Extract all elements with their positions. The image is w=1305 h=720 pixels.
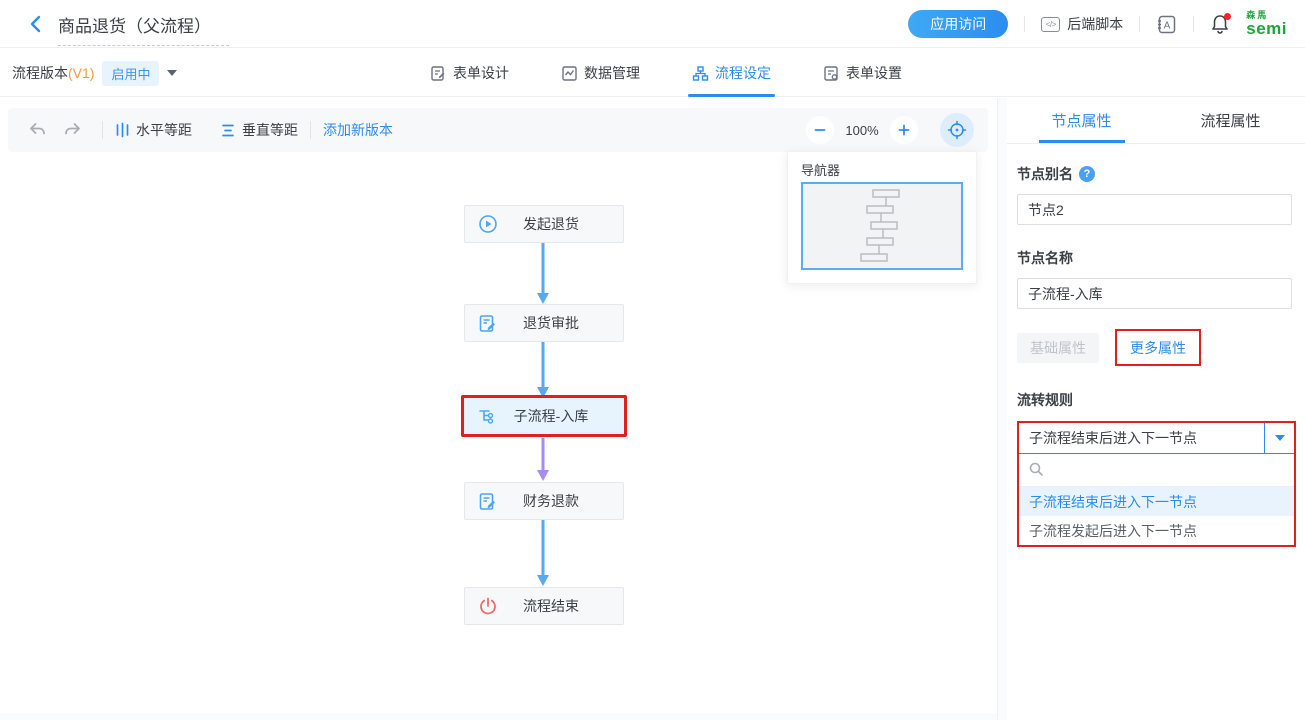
node-alias-label: 节点别名 ? (1017, 164, 1292, 184)
navigator-panel: 导航器 (787, 151, 977, 284)
tab-form-design[interactable]: 表单设计 (430, 49, 509, 97)
tab-form-setup[interactable]: 表单设置 (823, 49, 902, 97)
vertical-equal-icon (220, 123, 236, 138)
flow-node-return-approval[interactable]: 退货审批 (464, 304, 624, 342)
dropdown-option-end-then-next[interactable]: 子流程结束后进入下一节点 (1019, 487, 1294, 516)
backend-script-label: 后端脚本 (1067, 14, 1123, 34)
zoom-in-button[interactable] (890, 116, 918, 144)
connector-arrow (536, 520, 550, 587)
help-icon[interactable]: ? (1079, 166, 1095, 182)
navigator-minimap (803, 184, 961, 268)
tab-data-management[interactable]: 数据管理 (561, 49, 640, 97)
vertical-scrollbar[interactable] (997, 98, 1007, 720)
flow-node-finance-refund[interactable]: 财务退款 (464, 482, 624, 520)
dropdown-caret-cell[interactable] (1264, 423, 1294, 453)
code-icon: </> (1041, 17, 1060, 32)
tab-flow-settings[interactable]: 流程设定 (692, 49, 771, 97)
canvas-toolbar: 水平等距 垂直等距 添加新版本 100% (8, 108, 988, 152)
flow-rule-label: 流转规则 (1017, 390, 1292, 410)
search-icon (1028, 461, 1044, 480)
backend-script-button[interactable]: </> 后端脚本 (1041, 14, 1123, 34)
dropdown-option-start-then-next[interactable]: 子流程发起后进入下一节点 (1019, 516, 1294, 545)
flow-node-start-return[interactable]: 发起退货 (464, 205, 624, 243)
tab-label: 流程设定 (715, 63, 771, 83)
navigator-title: 导航器 (801, 160, 840, 179)
main-tabs: 表单设计 数据管理 流程设定 表单设置 (430, 49, 902, 97)
doc-edit-icon (478, 492, 497, 511)
tab-label: 表单设计 (453, 63, 509, 83)
version-bar: 流程版本(V1) 启用中 表单设计 数据管理 流程设定 表单设置 保存 (0, 49, 1305, 97)
redo-icon[interactable] (55, 122, 90, 139)
divider (1024, 16, 1025, 32)
divider (1193, 16, 1194, 32)
divider (102, 121, 103, 139)
form-setup-icon (823, 65, 840, 82)
svg-text:A: A (1164, 20, 1171, 31)
tab-label: 数据管理 (584, 63, 640, 83)
dropdown-search[interactable] (1019, 454, 1294, 487)
flow-rule-dropdown-annotation: 子流程结束后进入下一节点 子流程结束后进入下一节点 子流程发起后进入下一节点 (1017, 421, 1296, 547)
play-circle-icon (478, 214, 498, 234)
undo-icon[interactable] (20, 122, 55, 139)
connector-arrow (536, 243, 550, 305)
more-properties-annotation: 更多属性 (1115, 329, 1201, 366)
flow-settings-icon (692, 65, 709, 82)
notification-bell-icon[interactable] (1210, 13, 1230, 35)
horizontal-equal-label: 水平等距 (136, 120, 192, 140)
properties-panel: 节点属性 流程属性 节点别名 ? 节点名称 基础属性 更多属性 流转规则 子流程… (1007, 98, 1305, 720)
more-properties-button[interactable]: 更多属性 (1119, 333, 1197, 362)
tab-flow-properties[interactable]: 流程属性 (1156, 98, 1305, 143)
zoom-level: 100% (842, 123, 882, 138)
brand-logo-bottom: semi (1246, 20, 1287, 37)
flow-rule-selected-value: 子流程结束后进入下一节点 (1019, 423, 1264, 453)
basic-properties-button[interactable]: 基础属性 (1017, 333, 1099, 363)
flow-canvas[interactable]: 水平等距 垂直等距 添加新版本 100% 导航器 (0, 98, 997, 720)
page-title[interactable]: 商品退货（父流程） (58, 12, 229, 46)
node-name-input[interactable] (1017, 278, 1292, 309)
data-management-icon (561, 65, 578, 82)
flow-rule-select[interactable]: 子流程结束后进入下一节点 (1019, 423, 1294, 454)
translate-icon[interactable]: A (1156, 14, 1177, 35)
chevron-down-icon (1275, 435, 1285, 441)
vertical-equal-label: 垂直等距 (242, 120, 298, 140)
doc-edit-icon (478, 314, 497, 333)
connector-arrow (536, 342, 550, 399)
power-icon (478, 596, 498, 616)
status-badge: 启用中 (102, 61, 159, 86)
version-dropdown-caret-icon[interactable] (167, 70, 177, 76)
flow-node-process-end[interactable]: 流程结束 (464, 587, 624, 625)
app-access-button[interactable]: 应用访问 (908, 10, 1008, 38)
node-name-label: 节点名称 (1017, 248, 1292, 268)
version-number: (V1) (68, 65, 94, 81)
zoom-out-button[interactable] (806, 116, 834, 144)
divider (310, 121, 311, 139)
horizontal-equal-icon (115, 122, 130, 138)
flow-node-subflow-warehouse[interactable]: 子流程-入库 (461, 395, 627, 437)
app-header: 商品退货（父流程） 应用访问 </> 后端脚本 A 森馬 semi (0, 0, 1305, 48)
subflow-icon (477, 407, 496, 426)
tab-label: 表单设置 (846, 63, 902, 83)
connector-arrow (536, 438, 550, 482)
locate-center-icon[interactable] (940, 113, 974, 147)
brand-logo[interactable]: 森馬 semi (1246, 11, 1287, 37)
horizontal-scrollbar[interactable] (0, 713, 997, 720)
form-design-icon (430, 65, 447, 82)
divider (1139, 16, 1140, 32)
node-alias-input[interactable] (1017, 194, 1292, 225)
navigator-viewport[interactable] (801, 182, 963, 270)
horizontal-equal-button[interactable]: 水平等距 (115, 120, 192, 140)
vertical-equal-button[interactable]: 垂直等距 (220, 120, 298, 140)
back-icon[interactable] (26, 14, 46, 34)
version-label: 流程版本(V1) (12, 63, 94, 83)
add-new-version-link[interactable]: 添加新版本 (323, 120, 393, 140)
tab-node-properties[interactable]: 节点属性 (1007, 98, 1156, 143)
